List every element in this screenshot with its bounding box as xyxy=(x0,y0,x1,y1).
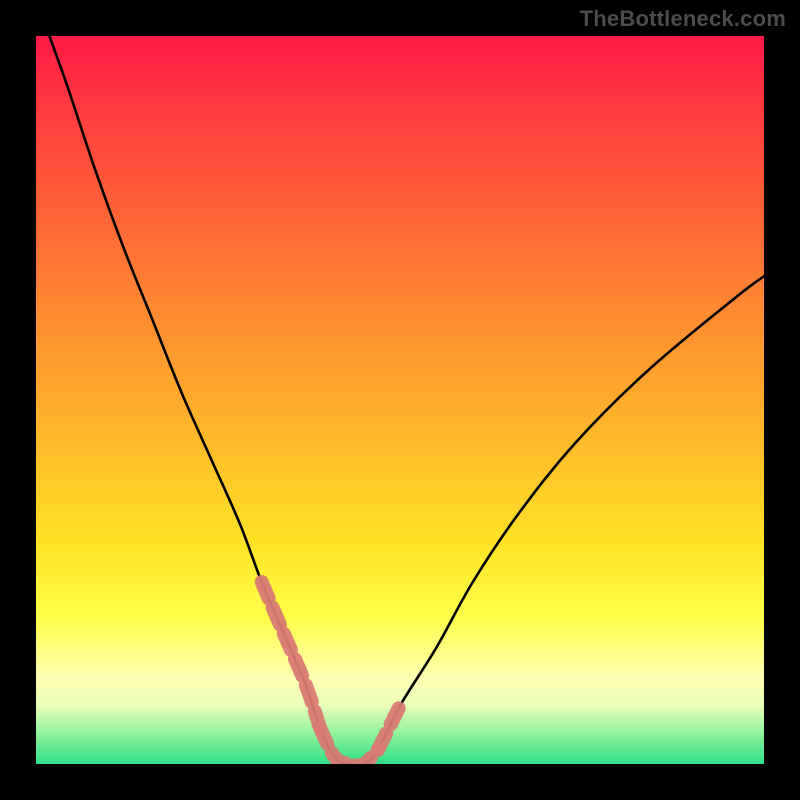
watermark-label: TheBottleneck.com xyxy=(580,6,786,32)
highlight-segment-0 xyxy=(262,582,320,728)
bottleneck-curve xyxy=(36,36,764,764)
chart-frame: TheBottleneck.com xyxy=(0,0,800,800)
highlight-segment-2 xyxy=(378,706,400,750)
plot-area xyxy=(36,36,764,764)
highlight-segment-1 xyxy=(320,728,378,764)
curve-layer xyxy=(36,36,764,764)
